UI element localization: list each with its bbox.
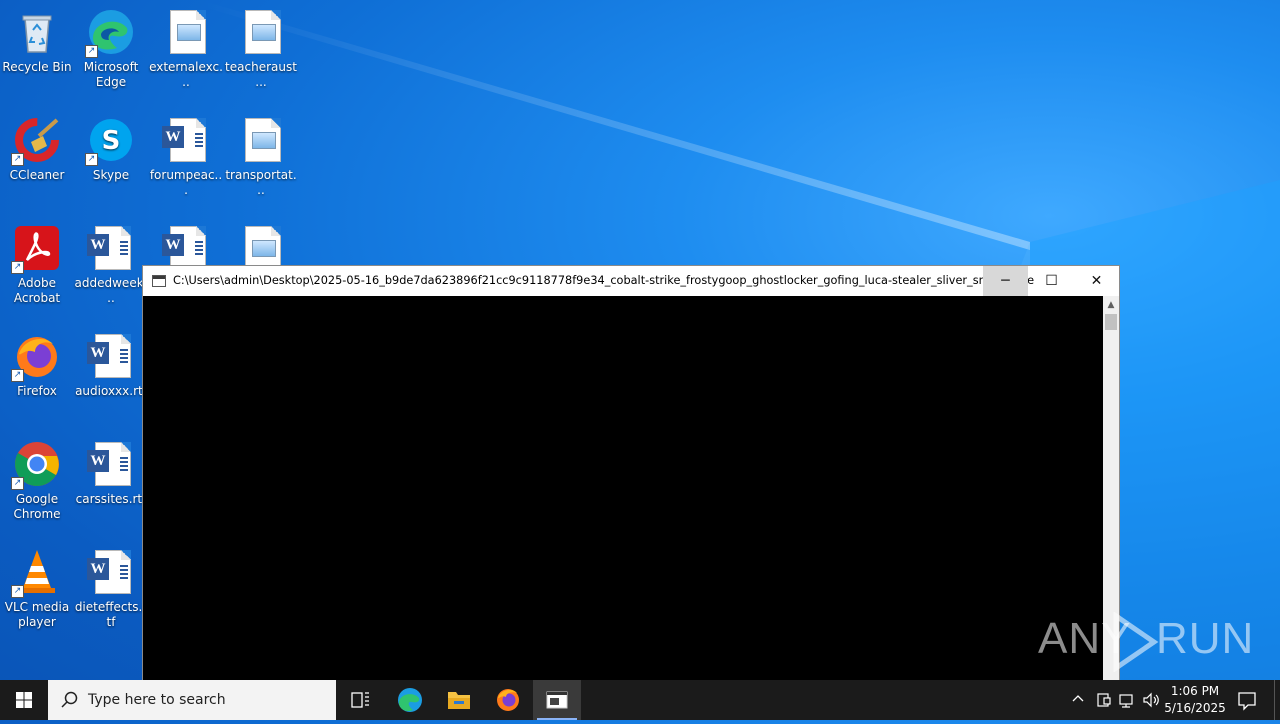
word-document-icon: W — [87, 332, 135, 380]
console-window-title: C:\Users\admin\Desktop\2025-05-16_b9de7d… — [173, 274, 1035, 287]
search-icon — [61, 691, 78, 708]
shortcut-arrow-icon: ↗ — [85, 153, 98, 166]
desktop-icon-label: Adobe Acrobat — [13, 276, 61, 305]
desktop-icon-label: Google Chrome — [13, 492, 61, 521]
desktop-icon-teacheraust[interactable]: teacheraust... — [224, 8, 298, 90]
desktop-icon-label: carssites.rtf — [75, 492, 147, 506]
taskbar-console-app[interactable] — [533, 680, 581, 720]
folder-icon — [448, 692, 470, 709]
desktop-icon-ccleaner[interactable]: ↗ CCleaner — [0, 116, 74, 183]
anyrun-watermark: ANY RUN — [1038, 612, 1253, 672]
device-tray-icon[interactable] — [1094, 690, 1114, 710]
word-document-icon: W — [162, 116, 210, 164]
maximize-button[interactable]: ☐ — [1029, 266, 1074, 296]
console-window[interactable]: C:\Users\admin\Desktop\2025-05-16_b9de7d… — [142, 265, 1120, 680]
shortcut-arrow-icon: ↗ — [11, 261, 24, 274]
volume-icon[interactable] — [1141, 690, 1161, 710]
firefox-icon: ↗ — [11, 332, 61, 382]
svg-text:S: S — [102, 126, 121, 156]
edge-icon — [398, 688, 422, 712]
desktop-icon-label: externalexc... — [149, 60, 223, 89]
image-file-icon — [162, 8, 210, 56]
chrome-icon: ↗ — [11, 440, 61, 490]
desktop-icon-google-chrome[interactable]: ↗ Google Chrome — [0, 440, 74, 522]
desktop-icon-label: VLC media player — [4, 600, 70, 629]
desktop-icon-label: Skype — [92, 168, 130, 182]
search-placeholder: Type here to search — [88, 692, 226, 708]
firefox-icon — [497, 689, 519, 711]
minimize-button[interactable]: ─ — [983, 266, 1028, 296]
desktop-icon-carssites[interactable]: W carssites.rtf — [74, 440, 148, 507]
network-icon[interactable] — [1117, 690, 1137, 710]
desktop-icon-recycle-bin[interactable]: Recycle Bin — [0, 8, 74, 75]
watermark-text-run: RUN — [1156, 614, 1255, 663]
vlc-icon: ↗ — [11, 548, 61, 598]
desktop-icon-skype[interactable]: S ↗ Skype — [74, 116, 148, 183]
skype-icon: S ↗ — [85, 116, 135, 166]
desktop-icon-label: addedweek... — [74, 276, 148, 305]
desktop-icon-audioxxx[interactable]: W audioxxx.rtf — [74, 332, 148, 399]
desktop-icon-firefox[interactable]: ↗ Firefox — [0, 332, 74, 399]
watermark-play-icon — [1113, 612, 1159, 672]
desktop-icon-label: Recycle Bin — [2, 60, 72, 74]
taskbar-edge[interactable] — [386, 680, 434, 720]
desktop-icon-label: Microsoft Edge — [83, 60, 139, 89]
notification-icon[interactable] — [1234, 688, 1260, 712]
start-button[interactable] — [0, 680, 48, 720]
console-app-icon — [152, 275, 166, 287]
ccleaner-icon: ↗ — [11, 116, 61, 166]
desktop-icon-label: transportat... — [225, 168, 297, 197]
maximize-icon: ☐ — [1045, 273, 1058, 289]
close-icon: ✕ — [1090, 273, 1103, 289]
edge-icon: ↗ — [85, 8, 135, 58]
word-document-icon: W — [87, 224, 135, 272]
task-view-button[interactable] — [336, 680, 384, 720]
desktop-icon-label: forumpeac... — [149, 168, 223, 197]
windows-logo-icon — [16, 692, 32, 708]
desktop-icon-label: dieteffects.rtf — [74, 600, 148, 629]
desktop-icon-label: Firefox — [17, 384, 57, 398]
desktop-icon-label: teacheraust... — [225, 60, 297, 89]
taskbar-file-explorer[interactable] — [435, 680, 483, 720]
shortcut-arrow-icon: ↗ — [11, 369, 24, 382]
clock-date: 5/16/2025 — [1164, 701, 1226, 715]
scroll-up-arrow-icon[interactable]: ▲ — [1103, 298, 1119, 312]
shortcut-arrow-icon: ↗ — [11, 477, 24, 490]
desktop-icon-microsoft-edge[interactable]: ↗ Microsoft Edge — [74, 8, 148, 90]
task-view-icon — [351, 692, 369, 708]
clock-time: 1:06 PM — [1170, 684, 1220, 698]
shortcut-arrow-icon: ↗ — [11, 585, 24, 598]
taskbar-clock[interactable]: 1:06 PM 5/16/2025 — [1160, 683, 1230, 717]
taskbar: Type here to search 1:06 PM 5/16/2025 — [0, 680, 1280, 720]
desktop-icon-label: CCleaner — [9, 168, 65, 182]
desktop-icon-forumpeac[interactable]: W forumpeac... — [149, 116, 223, 198]
recycle-bin-icon — [13, 8, 61, 56]
console-titlebar[interactable]: C:\Users\admin\Desktop\2025-05-16_b9de7d… — [143, 266, 1119, 296]
shortcut-arrow-icon: ↗ — [85, 45, 98, 58]
desktop-icon-vlc[interactable]: ↗ VLC media player — [0, 548, 74, 630]
console-icon — [546, 691, 568, 709]
word-document-icon: W — [87, 548, 135, 596]
show-desktop-button[interactable] — [1274, 680, 1280, 720]
console-output-area[interactable] — [143, 296, 1103, 680]
image-file-icon — [237, 116, 285, 164]
desktop-icon-addedweek[interactable]: W addedweek... — [74, 224, 148, 306]
image-file-icon — [237, 8, 285, 56]
chevron-up-icon[interactable] — [1069, 690, 1087, 708]
close-button[interactable]: ✕ — [1074, 266, 1119, 296]
desktop-icon-label: audioxxx.rtf — [75, 384, 147, 398]
taskbar-search-box[interactable]: Type here to search — [48, 680, 336, 720]
scrollbar-thumb[interactable] — [1105, 314, 1117, 330]
desktop-icon-externalexc[interactable]: externalexc... — [149, 8, 223, 90]
word-document-icon: W — [87, 440, 135, 488]
desktop-icon-adobe-acrobat[interactable]: ↗ Adobe Acrobat — [0, 224, 74, 306]
desktop-icon-dieteffects[interactable]: W dieteffects.rtf — [74, 548, 148, 630]
shortcut-arrow-icon: ↗ — [11, 153, 24, 166]
desktop-icon-transportat[interactable]: transportat... — [224, 116, 298, 198]
taskbar-firefox[interactable] — [484, 680, 532, 720]
minimize-icon: ─ — [1001, 273, 1010, 289]
adobe-acrobat-icon: ↗ — [11, 224, 61, 274]
